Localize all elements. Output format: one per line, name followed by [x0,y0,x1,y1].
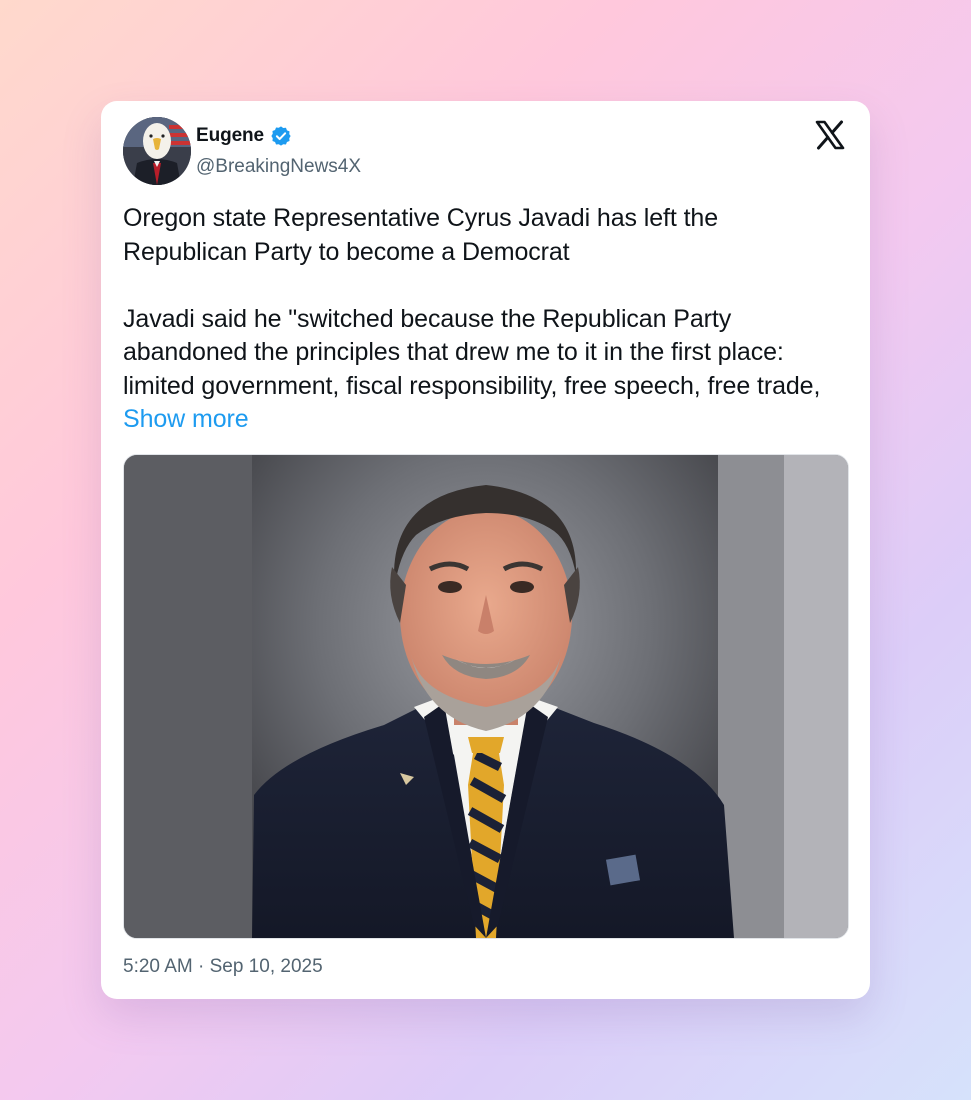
eagle-avatar-icon [123,117,191,185]
portrait-photo [124,455,848,938]
tweet-timestamp[interactable]: 5:20 AM · Sep 10, 2025 [123,956,323,978]
author-name-row[interactable]: Eugene [196,125,292,147]
tweet-paragraph-2: Javadi said he "switched because the Rep… [123,303,823,437]
tweet-paragraph-1: Oregon state Representative Cyrus Javadi… [123,204,719,266]
verified-badge-icon [270,125,292,147]
author-name[interactable]: Eugene [196,125,264,147]
x-logo-icon[interactable] [814,119,846,151]
tweet-paragraph-2-text: Javadi said he "switched because the Rep… [123,304,821,400]
show-more-link[interactable]: Show more [123,405,249,433]
author-avatar[interactable] [123,117,191,185]
tweet-card: Eugene @BreakingNews4X Oregon state Repr… [101,101,870,999]
author-handle[interactable]: @BreakingNews4X [196,156,361,178]
tweet-text: Oregon state Representative Cyrus Javadi… [123,202,823,437]
tweet-media-image[interactable] [123,454,849,939]
